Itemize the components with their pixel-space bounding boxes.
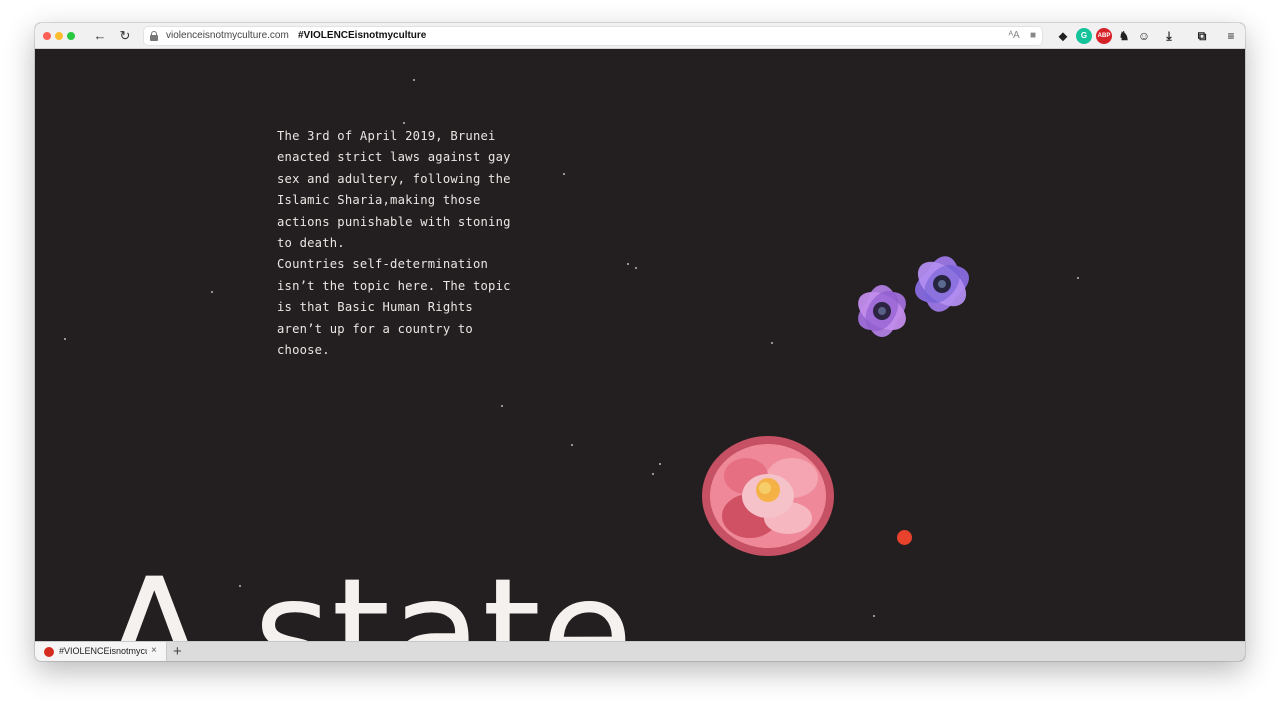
accent-dot <box>897 530 912 545</box>
peony-flower-image <box>702 436 834 556</box>
grammarly-icon[interactable]: G <box>1076 28 1092 44</box>
horse-extension-icon[interactable]: ♞ <box>1116 28 1132 44</box>
reader-mode-icon[interactable]: ᴬA <box>1009 30 1020 41</box>
face-extension-icon[interactable]: ☺ <box>1136 28 1152 44</box>
menu-icon[interactable]: ≡ <box>1223 28 1239 44</box>
browser-toolbar: ← ↻ violenceisnotmyculture.com #VIOLENCE… <box>35 23 1245 49</box>
bookmark-icon[interactable]: ■ <box>1030 30 1036 41</box>
bird-extension-icon[interactable]: ⬥ <box>1055 28 1071 44</box>
tab-bar: #VIOLENCEisnotmyculture × + <box>35 641 1245 661</box>
browser-window: ← ↻ violenceisnotmyculture.com #VIOLENCE… <box>35 23 1245 661</box>
sidebar-icon[interactable]: ⧉ <box>1194 28 1210 44</box>
intro-paragraph: The 3rd of April 2019, Brunei enacted st… <box>277 129 511 358</box>
tab-label: #VIOLENCEisnotmyculture <box>59 646 147 656</box>
close-window-button[interactable] <box>43 32 51 40</box>
anemone-flowers-image <box>858 256 969 337</box>
favicon-icon <box>44 647 54 657</box>
reload-button[interactable]: ↻ <box>116 27 134 45</box>
zoom-window-button[interactable] <box>67 32 75 40</box>
minimize-window-button[interactable] <box>55 32 63 40</box>
headline-partial: A state <box>103 547 634 641</box>
url-page-title: #VIOLENCEisnotmyculture <box>298 30 427 41</box>
tab-violence[interactable]: #VIOLENCEisnotmyculture × <box>35 642 167 661</box>
downloads-icon[interactable]: ⤓ <box>1161 28 1177 44</box>
page-canvas: The 3rd of April 2019, Brunei enacted st… <box>35 49 1245 641</box>
back-button[interactable]: ← <box>91 27 109 45</box>
address-bar[interactable]: violenceisnotmyculture.com #VIOLENCEisno… <box>143 26 1043 46</box>
new-tab-button[interactable]: + <box>173 643 182 661</box>
close-tab-icon[interactable]: × <box>151 645 157 656</box>
url-actions: ᴬA ■ <box>1009 30 1036 41</box>
url-host: violenceisnotmyculture.com <box>166 30 289 41</box>
adblock-icon[interactable]: ABP <box>1096 28 1112 44</box>
lock-icon <box>150 31 158 41</box>
